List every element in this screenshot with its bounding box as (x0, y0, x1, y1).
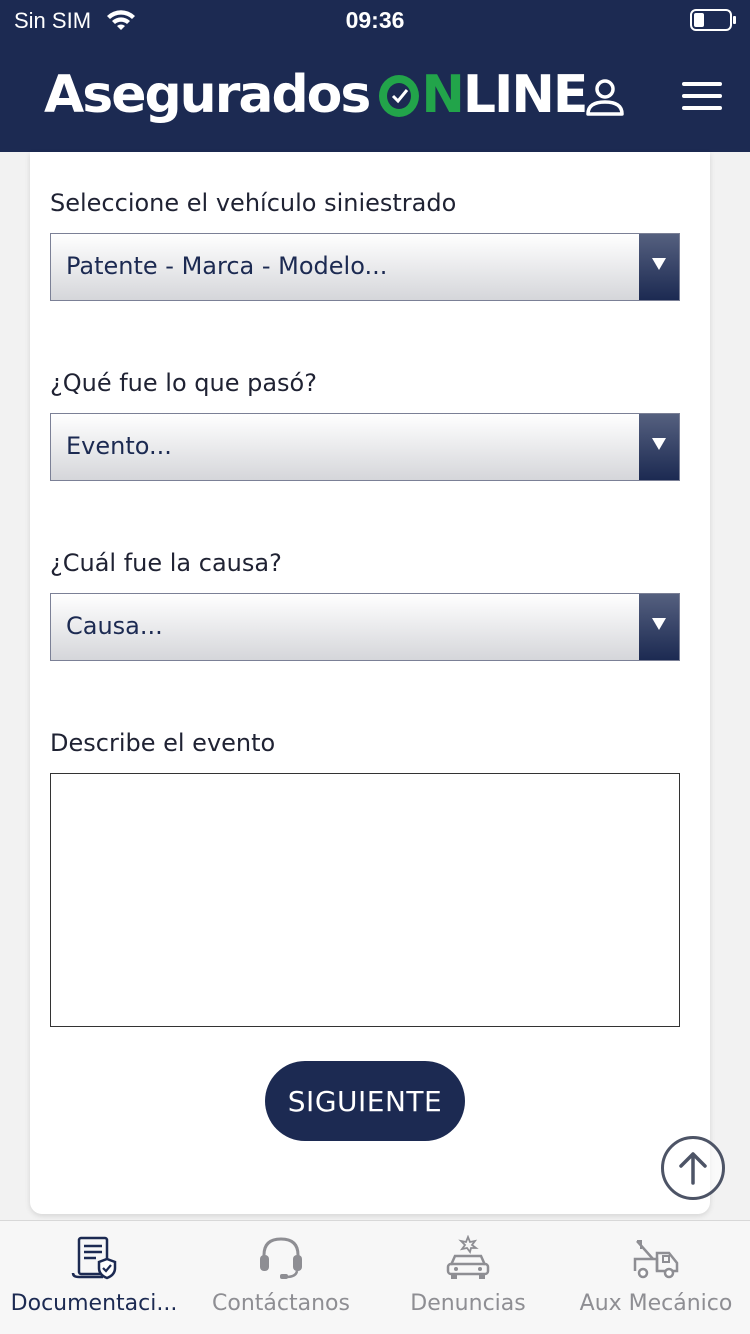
dropdown-arrow-icon[interactable] (639, 594, 679, 660)
tab-label: Aux Mecánico (579, 1291, 733, 1316)
tab-contactanos[interactable]: Contáctanos (188, 1221, 374, 1334)
event-select[interactable]: Evento... (50, 413, 680, 481)
scroll-to-top-button[interactable] (661, 1136, 725, 1200)
vehicle-select-value: Patente - Marca - Modelo... (66, 252, 388, 280)
battery-icon (690, 9, 736, 31)
tab-documentacion[interactable]: Documentaci... (0, 1221, 188, 1334)
tab-label: Denuncias (410, 1291, 526, 1316)
document-shield-icon (71, 1236, 117, 1280)
tab-label: Contáctanos (212, 1291, 350, 1316)
tow-truck-icon (633, 1240, 679, 1279)
app-header: Asegurados N LINE (0, 40, 750, 152)
next-button[interactable]: SIGUIENTE (265, 1061, 465, 1141)
vehicle-label: Seleccione el vehículo siniestrado (50, 189, 457, 217)
car-crash-icon (446, 1235, 490, 1279)
vehicle-select[interactable]: Patente - Marca - Modelo... (50, 233, 680, 301)
logo-line: LINE (462, 65, 589, 125)
arrow-up-icon (679, 1152, 707, 1185)
event-label: ¿Qué fue lo que pasó? (50, 369, 317, 397)
description-label: Describe el evento (50, 729, 276, 757)
description-textarea[interactable] (50, 773, 680, 1027)
bottom-tab-bar: Documentaci... Contáctanos Denuncias Aux… (0, 1220, 750, 1334)
dropdown-arrow-icon[interactable] (639, 414, 679, 480)
cause-select[interactable]: Causa... (50, 593, 680, 661)
status-bar: Sin SIM 09:36 (0, 0, 750, 40)
cause-select-value: Causa... (66, 612, 163, 640)
tab-denuncias[interactable]: Denuncias (374, 1221, 562, 1334)
hamburger-menu-icon[interactable] (682, 80, 722, 112)
cause-label: ¿Cuál fue la causa? (50, 549, 282, 577)
check-circle-icon (379, 75, 420, 117)
tab-label: Documentaci... (10, 1291, 178, 1316)
event-select-value: Evento... (66, 432, 172, 460)
app-logo[interactable]: Asegurados N LINE (44, 60, 589, 130)
logo-on-letter: N (421, 65, 465, 125)
user-icon[interactable] (584, 76, 626, 118)
logo-asegurados: Asegurados (44, 65, 371, 125)
clock: 09:36 (345, 7, 405, 33)
tab-aux-mecanico[interactable]: Aux Mecánico (562, 1221, 750, 1334)
form-card (30, 152, 710, 1214)
dropdown-arrow-icon[interactable] (639, 234, 679, 300)
logo-on: N (379, 65, 465, 125)
headset-icon (260, 1237, 302, 1279)
